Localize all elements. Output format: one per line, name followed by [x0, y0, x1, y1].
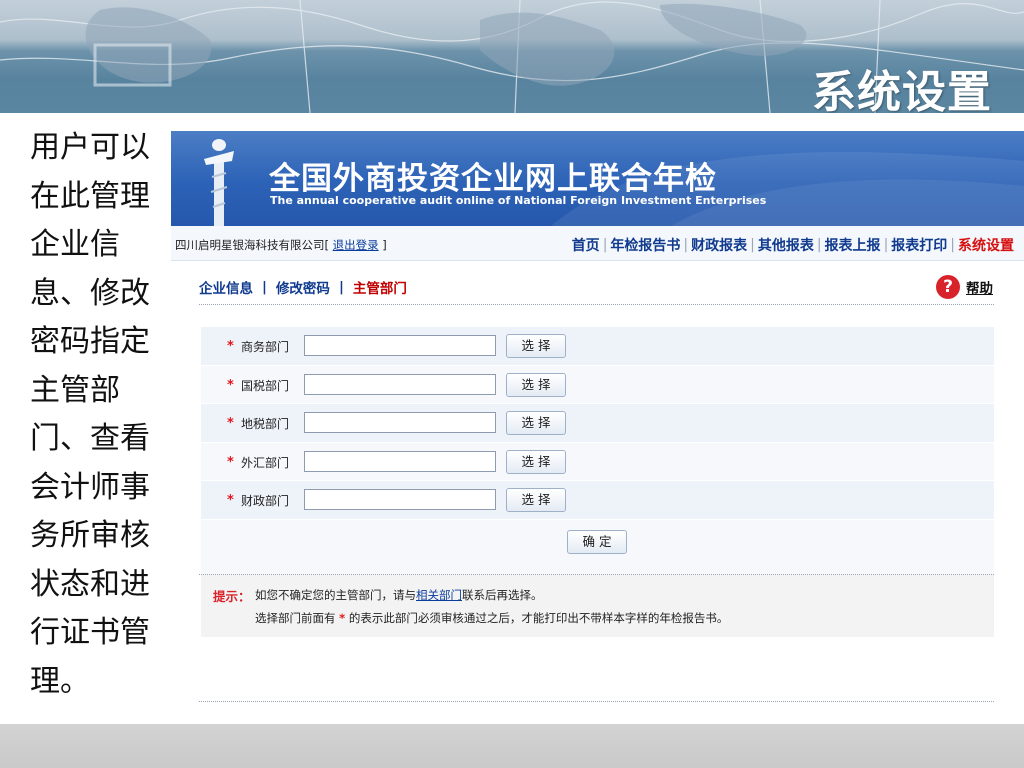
site-subtitle: The annual cooperative audit online of N…: [270, 194, 767, 207]
national-tax-department-input[interactable]: [304, 373, 496, 395]
nav-other-statements[interactable]: 其他报表: [758, 235, 814, 255]
tips-line-1: 如您不确定您的主管部门，请与相关部门联系后再选择。: [255, 587, 543, 603]
help-link[interactable]: ? 帮助: [936, 275, 993, 299]
nav-separator: |: [750, 237, 755, 253]
related-departments-link[interactable]: 相关部门: [416, 588, 462, 602]
field-label: 地税部门: [241, 417, 290, 431]
commerce-department-input[interactable]: [304, 335, 496, 356]
tips-box: 提示： 如您不确定您的主管部门，请与相关部门联系后再选择。 选择部门前面有 * …: [201, 575, 994, 637]
tips-text: 联系后再选择。: [462, 588, 543, 602]
slide: 系统设置 用户可以在此管理企业信息、修改密码指定主管部门、查看会计师事务所审核状…: [0, 0, 1024, 768]
select-button[interactable]: 选 择: [506, 411, 566, 435]
confirm-row: 确 定: [201, 519, 994, 578]
help-icon[interactable]: ?: [936, 275, 960, 299]
site-header: 全国外商投资企业网上联合年检 The annual cooperative au…: [171, 131, 1024, 226]
embedded-web-page: 全国外商投资企业网上联合年检 The annual cooperative au…: [171, 131, 1024, 705]
field-label: 商务部门: [241, 340, 290, 354]
tips-label: 提示：: [213, 589, 251, 604]
confirm-button[interactable]: 确 定: [567, 529, 627, 554]
slide-title: 系统设置: [812, 67, 992, 113]
select-button[interactable]: 选 择: [506, 334, 566, 358]
help-label[interactable]: 帮助: [966, 277, 993, 297]
tips-text: 的表示此部门必须审核通过之后，才能打印出不带样本字样的年检报告书。: [345, 611, 729, 625]
foreign-exchange-department-input[interactable]: [304, 450, 496, 472]
tips-text: 选择部门前面有: [255, 611, 340, 625]
field-label: 外汇部门: [241, 455, 290, 470]
required-mark: *: [227, 454, 234, 470]
nav-report-print[interactable]: 报表打印: [891, 235, 947, 255]
nav-separator: |: [816, 237, 822, 253]
nav-annual-report[interactable]: 年检报告书: [610, 235, 680, 255]
form-row-commerce: * 商务部门 选 择: [201, 327, 994, 366]
tab-company-info[interactable]: 企业信息: [199, 277, 253, 297]
select-button[interactable]: 选 择: [506, 449, 566, 474]
slide-caption: 用户可以在此管理企业信息、修改密码指定主管部门、查看会计师事务所审核状态和进行证…: [30, 130, 150, 699]
user-bar-suffix: ]: [378, 238, 387, 252]
nav-separator: |: [683, 237, 689, 253]
settings-tabs: 企业信息 | 修改密码 | 主管部门: [199, 277, 407, 297]
header-banner: 系统设置: [0, 0, 1024, 113]
tips-line-2: 选择部门前面有 * 的表示此部门必须审核通过之后，才能打印出不带样本字样的年检报…: [255, 610, 728, 626]
tips-text: 如您不确定您的主管部门，请与: [255, 588, 416, 602]
tab-separator: |: [338, 279, 344, 295]
select-button[interactable]: 选 择: [506, 372, 566, 397]
divider: [199, 304, 994, 305]
required-mark: *: [227, 416, 234, 431]
company-name: 四川启明星银海科技有限公司[: [175, 238, 333, 252]
nav-financial-statements[interactable]: 财政报表: [691, 235, 747, 255]
nav-separator: |: [950, 237, 955, 253]
required-mark: *: [227, 339, 234, 354]
nav-system-settings[interactable]: 系统设置: [958, 235, 1014, 255]
tab-supervising-department[interactable]: 主管部门: [353, 277, 407, 297]
tab-separator: |: [262, 279, 267, 295]
field-label: 国税部门: [241, 378, 290, 393]
slide-footer-band: [0, 724, 1024, 768]
nav-home[interactable]: 首页: [572, 235, 600, 255]
nav-separator: |: [883, 237, 889, 253]
nav-separator: |: [602, 237, 608, 253]
user-bar: 四川启明星银海科技有限公司[ 退出登录 ]: [175, 237, 387, 253]
form-row-finance: * 财政部门 选 择: [201, 481, 994, 520]
form-row-foreign-exchange: * 外汇部门 选 择: [201, 442, 994, 481]
huabiao-pillar-icon: [204, 139, 234, 226]
tab-change-password[interactable]: 修改密码: [276, 277, 330, 297]
select-button[interactable]: 选 择: [506, 488, 566, 512]
finance-department-input[interactable]: [304, 489, 496, 510]
divider: [199, 701, 994, 702]
local-tax-department-input[interactable]: [304, 412, 496, 433]
required-mark: *: [227, 377, 234, 393]
department-form: * 商务部门 选 择 * 国税部门 选 择 * 地税部门 选 择 * 外汇部门: [201, 327, 994, 578]
site-title: 全国外商投资企业网上联合年检: [269, 161, 717, 197]
form-row-local-tax: * 地税部门 选 择: [201, 404, 994, 443]
field-label: 财政部门: [241, 494, 290, 508]
required-mark: *: [227, 493, 234, 508]
nav-report-submit[interactable]: 报表上报: [825, 235, 881, 255]
logout-link[interactable]: 退出登录: [333, 238, 379, 252]
form-row-national-tax: * 国税部门 选 择: [201, 365, 994, 404]
main-nav: 首页 | 年检报告书 | 财政报表 | 其他报表 | 报表上报 | 报表打印 |…: [572, 235, 1014, 255]
